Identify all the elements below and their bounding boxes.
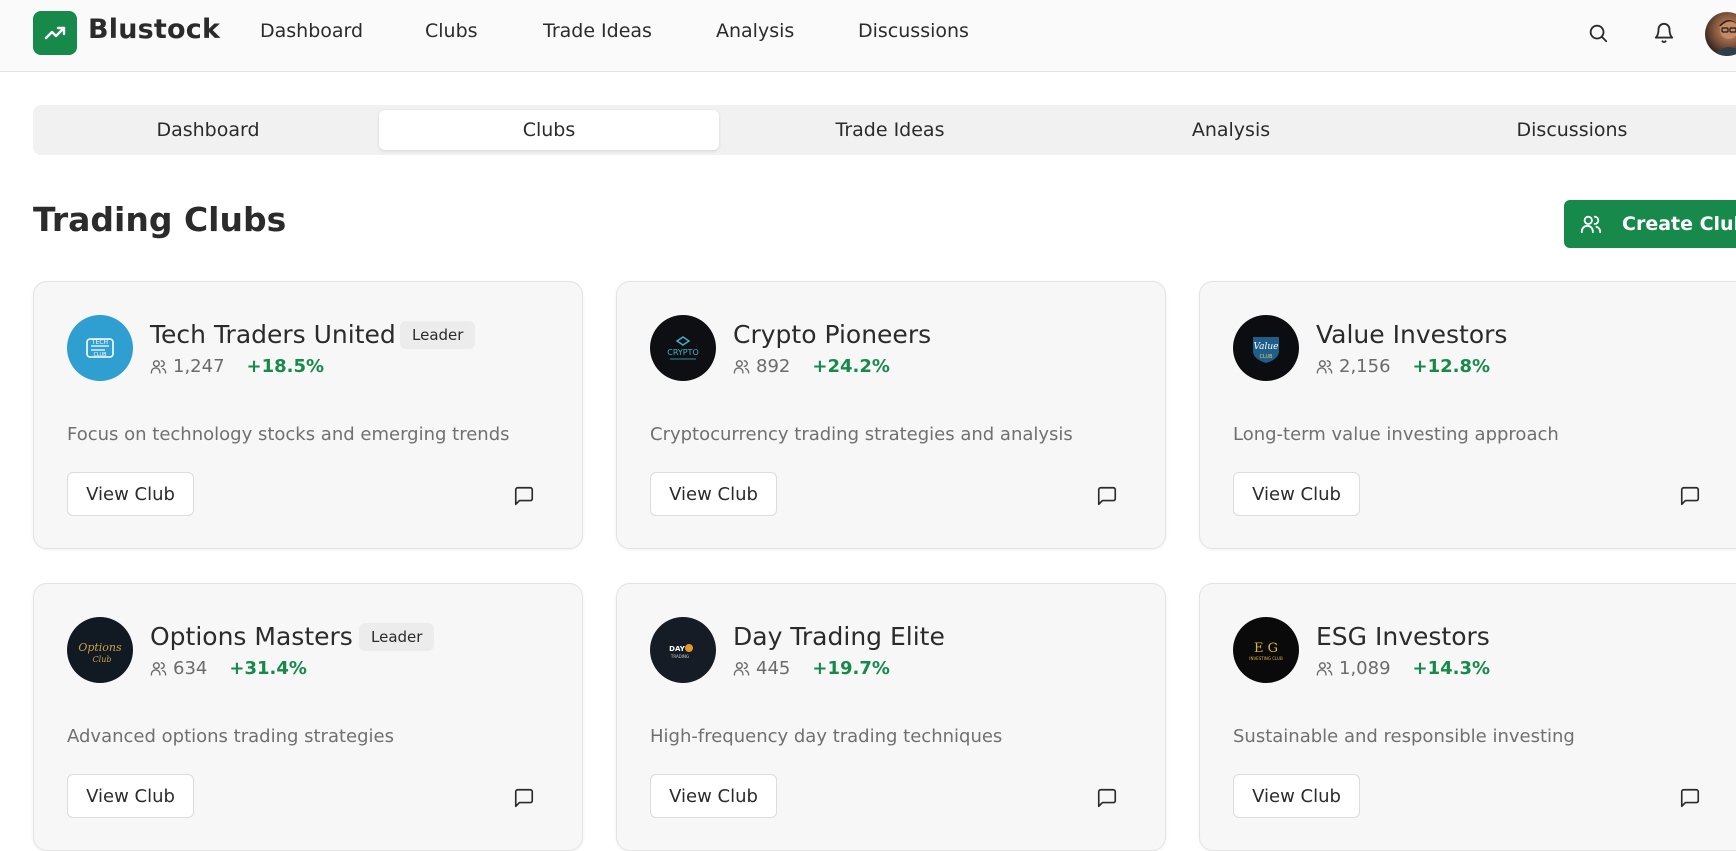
svg-text:E G: E G <box>1254 641 1278 656</box>
club-logo: Value CLUB <box>1233 315 1299 381</box>
view-club-button[interactable]: View Club <box>1233 774 1360 818</box>
page-title: Trading Clubs <box>33 200 287 239</box>
svg-text:INVESTING CLUB: INVESTING CLUB <box>1249 656 1283 661</box>
view-club-button[interactable]: View Club <box>1233 472 1360 516</box>
performance-value: +24.2% <box>812 356 890 377</box>
nav-dashboard[interactable]: Dashboard <box>260 20 363 42</box>
members-icon <box>150 360 167 374</box>
club-name[interactable]: ESG Investors <box>1316 622 1490 651</box>
message-icon[interactable] <box>1095 786 1119 810</box>
members-icon <box>1316 662 1333 676</box>
club-description: Advanced options trading strategies <box>67 726 394 747</box>
club-stats: 445 +19.7% <box>733 658 890 679</box>
member-count: 2,156 <box>1339 356 1391 377</box>
tab-analysis[interactable]: Analysis <box>1061 110 1401 150</box>
leader-badge: Leader <box>359 623 435 651</box>
message-icon[interactable] <box>512 786 536 810</box>
message-icon[interactable] <box>512 484 536 508</box>
club-logo: DAY TRADING <box>650 617 716 683</box>
performance-value: +18.5% <box>246 356 325 377</box>
tab-trade-ideas[interactable]: Trade Ideas <box>720 110 1060 150</box>
club-name[interactable]: Crypto Pioneers <box>733 320 931 349</box>
club-card: Value CLUB Value Investors 2,156 +12.8% L… <box>1199 281 1736 549</box>
performance-value: +12.8% <box>1412 356 1491 377</box>
message-icon[interactable] <box>1678 484 1702 508</box>
top-navigation-bar: Blustock Dashboard Clubs Trade Ideas Ana… <box>0 0 1736 72</box>
trending-up-icon <box>44 26 66 40</box>
view-club-button[interactable]: View Club <box>67 472 194 516</box>
club-logo: E G INVESTING CLUB <box>1233 617 1299 683</box>
brand-logo[interactable] <box>33 11 77 55</box>
nav-discussions[interactable]: Discussions <box>858 20 969 42</box>
section-tabs: Dashboard Clubs Trade Ideas Analysis Dis… <box>33 105 1736 155</box>
performance-value: +31.4% <box>229 658 307 679</box>
view-club-button[interactable]: View Club <box>67 774 194 818</box>
message-icon[interactable] <box>1095 484 1119 508</box>
club-card: E G INVESTING CLUB ESG Investors 1,089 +1… <box>1199 583 1736 851</box>
club-logo: Options Club <box>67 617 133 683</box>
club-stats: 2,156 +12.8% <box>1316 356 1490 377</box>
users-icon <box>1580 215 1602 234</box>
svg-text:TRADING: TRADING <box>670 654 689 659</box>
svg-text:CLUB: CLUB <box>93 352 107 358</box>
svg-text:CRYPTO: CRYPTO <box>667 348 699 357</box>
club-card: TECH CLUB Tech Traders United Leader 1,24… <box>33 281 583 549</box>
svg-text:CLUB: CLUB <box>1259 354 1273 360</box>
club-name[interactable]: Tech Traders United <box>150 320 396 349</box>
members-icon <box>150 662 167 676</box>
create-club-label: Create Club <box>1622 213 1736 235</box>
club-stats: 634 +31.4% <box>150 658 307 679</box>
members-icon <box>733 360 750 374</box>
performance-value: +19.7% <box>812 658 890 679</box>
user-avatar[interactable] <box>1705 12 1736 56</box>
svg-text:Value: Value <box>1253 342 1278 352</box>
nav-clubs[interactable]: Clubs <box>425 20 478 42</box>
leader-badge: Leader <box>400 321 476 349</box>
nav-trade-ideas[interactable]: Trade Ideas <box>543 20 652 42</box>
member-count: 892 <box>756 356 791 377</box>
search-icon[interactable] <box>1585 20 1611 46</box>
club-logo: TECH CLUB <box>67 315 133 381</box>
club-stats: 1,089 +14.3% <box>1316 658 1490 679</box>
club-description: Sustainable and responsible investing <box>1233 726 1575 747</box>
club-description: High-frequency day trading techniques <box>650 726 1003 747</box>
svg-text:Club: Club <box>93 655 112 664</box>
club-card: Options Club Options Masters Leader 634 +… <box>33 583 583 851</box>
view-club-button[interactable]: View Club <box>650 774 777 818</box>
nav-analysis[interactable]: Analysis <box>716 20 794 42</box>
member-count: 1,247 <box>173 356 225 377</box>
club-card: DAY TRADING Day Trading Elite 445 +19.7% … <box>616 583 1166 851</box>
members-icon <box>1316 360 1333 374</box>
members-icon <box>733 662 750 676</box>
club-stats: 892 +24.2% <box>733 356 890 377</box>
svg-text:Options: Options <box>78 641 122 654</box>
svg-text:TECH: TECH <box>91 339 108 346</box>
message-icon[interactable] <box>1678 786 1702 810</box>
club-description: Cryptocurrency trading strategies and an… <box>650 424 1073 445</box>
performance-value: +14.3% <box>1412 658 1491 679</box>
tab-dashboard[interactable]: Dashboard <box>38 110 378 150</box>
member-count: 445 <box>756 658 791 679</box>
club-name[interactable]: Value Investors <box>1316 320 1507 349</box>
view-club-button[interactable]: View Club <box>650 472 777 516</box>
member-count: 634 <box>173 658 208 679</box>
tab-clubs[interactable]: Clubs <box>379 110 719 150</box>
svg-text:DAY: DAY <box>669 645 686 653</box>
club-description: Focus on technology stocks and emerging … <box>67 424 510 445</box>
member-count: 1,089 <box>1339 658 1391 679</box>
tab-discussions[interactable]: Discussions <box>1402 110 1736 150</box>
club-name[interactable]: Options Masters <box>150 622 353 651</box>
club-name[interactable]: Day Trading Elite <box>733 622 945 651</box>
club-logo: CRYPTO <box>650 315 716 381</box>
create-club-button[interactable]: Create Club <box>1564 200 1736 248</box>
club-card: CRYPTO Crypto Pioneers 892 +24.2% Crypto… <box>616 281 1166 549</box>
club-description: Long-term value investing approach <box>1233 424 1559 445</box>
bell-icon[interactable] <box>1651 20 1677 46</box>
brand-name[interactable]: Blustock <box>88 14 220 45</box>
club-stats: 1,247 +18.5% <box>150 356 324 377</box>
